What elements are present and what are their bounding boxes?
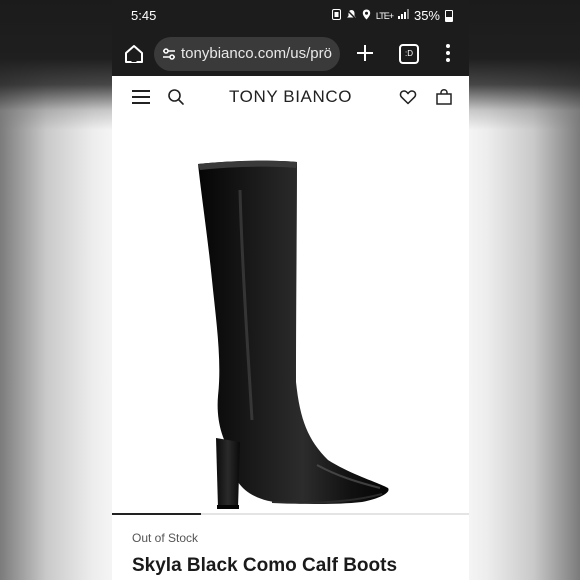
home-button[interactable] [122, 42, 146, 66]
boot-image [198, 160, 389, 509]
status-time: 5:45 [131, 8, 157, 23]
silent-icon [346, 8, 357, 23]
gallery-progress [112, 513, 469, 515]
notification-icon [331, 8, 341, 23]
status-bar: 5:45 LTE+ 35% [112, 0, 469, 32]
product-image[interactable] [112, 120, 469, 512]
phone-screen: 5:45 LTE+ 35% tonybianco.com/us/prö:D T… [112, 0, 469, 580]
menu-dot [446, 51, 450, 55]
tab-switcher-button[interactable]: :D [399, 44, 419, 64]
address-bar[interactable]: tonybianco.com/us/prö [154, 37, 340, 71]
plus-icon [357, 45, 373, 61]
shopping-bag-icon[interactable] [435, 88, 453, 106]
menu-dot [446, 44, 450, 48]
product-title: Skyla Black Como Calf Boots [132, 555, 398, 576]
battery-percent: 35% [413, 8, 440, 23]
signal-icon [397, 9, 409, 22]
site-header: TONY BIANCO [112, 76, 469, 120]
location-icon [362, 9, 371, 23]
home-icon [125, 45, 143, 63]
status-icons: LTE+ 35% [331, 8, 453, 23]
browser-menu-button[interactable] [440, 42, 456, 66]
url-text[interactable]: tonybianco.com/us/prö [181, 45, 332, 62]
gallery-indicator [112, 513, 202, 515]
network-type: LTE+ [375, 10, 394, 21]
heart-icon[interactable] [399, 88, 417, 106]
site-settings-icon[interactable] [162, 47, 176, 61]
browser-toolbar: tonybianco.com/us/prö :D [112, 32, 469, 76]
battery-icon [445, 9, 453, 22]
stock-status: Out of Stock [132, 531, 199, 545]
new-tab-button[interactable] [352, 40, 378, 66]
menu-dot [446, 58, 450, 62]
